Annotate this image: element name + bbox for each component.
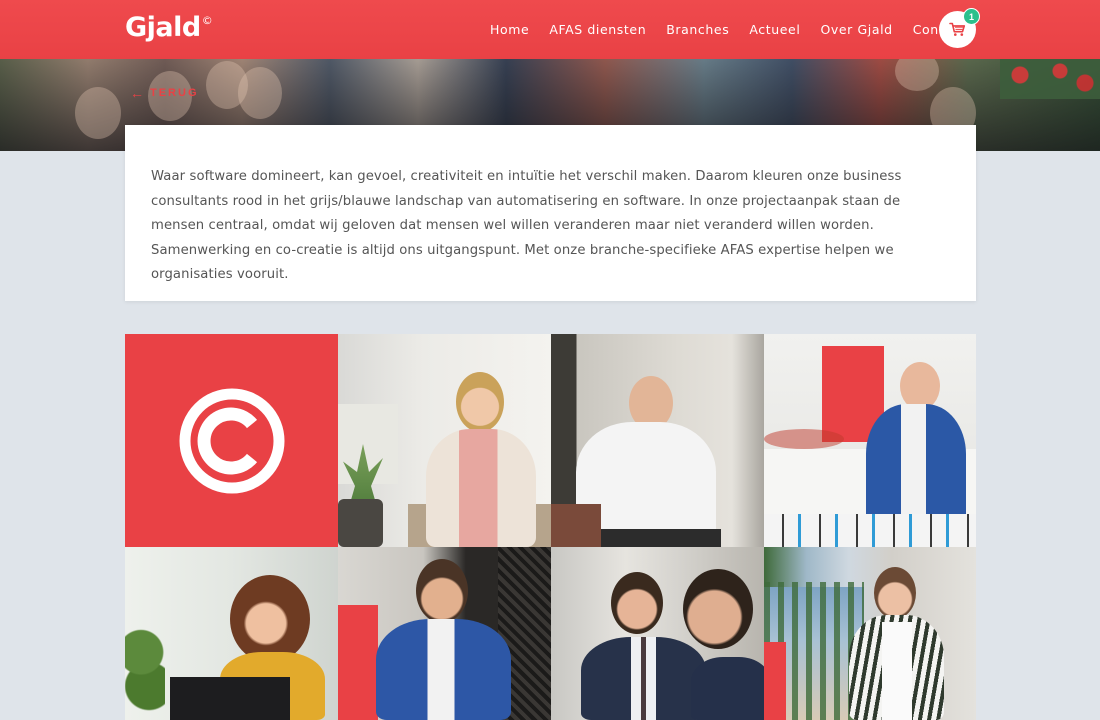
- team-photo-1: [338, 334, 551, 547]
- brand-logo-tile: [125, 334, 338, 547]
- team-photo-6: [551, 547, 764, 720]
- shopping-cart-icon: [949, 22, 966, 36]
- back-label: TERUG: [150, 87, 199, 99]
- nav-over-gjald[interactable]: Over Gjald: [820, 22, 892, 37]
- intro-text: Waar software domineert, kan gevoel, cre…: [151, 169, 902, 283]
- team-photo-grid: [125, 334, 976, 720]
- logo[interactable]: Gjald©: [125, 12, 213, 43]
- team-photo-5: [338, 547, 551, 720]
- team-photo-7: [764, 547, 976, 720]
- main-nav: Home AFAS diensten Branches Actueel Over…: [490, 22, 986, 37]
- site-header: Gjald© Home AFAS diensten Branches Actue…: [0, 0, 1100, 59]
- nav-actueel[interactable]: Actueel: [749, 22, 800, 37]
- back-link[interactable]: ← TERUG: [130, 85, 199, 101]
- cart-button[interactable]: 1: [939, 8, 980, 48]
- cart-count-badge: 1: [963, 8, 980, 25]
- intro-card: Waar software domineert, kan gevoel, cre…: [125, 125, 976, 301]
- team-photo-2: [551, 334, 764, 547]
- logo-mark: ©: [201, 14, 213, 27]
- nav-branches[interactable]: Branches: [666, 22, 729, 37]
- logo-text: Gjald: [125, 12, 201, 43]
- nav-home[interactable]: Home: [490, 22, 529, 37]
- nav-afas-diensten[interactable]: AFAS diensten: [549, 22, 646, 37]
- arrow-left-icon: ←: [130, 85, 144, 101]
- copyright-logo-icon: [179, 388, 284, 493]
- team-photo-4: [125, 547, 338, 720]
- team-photo-3: [764, 334, 976, 547]
